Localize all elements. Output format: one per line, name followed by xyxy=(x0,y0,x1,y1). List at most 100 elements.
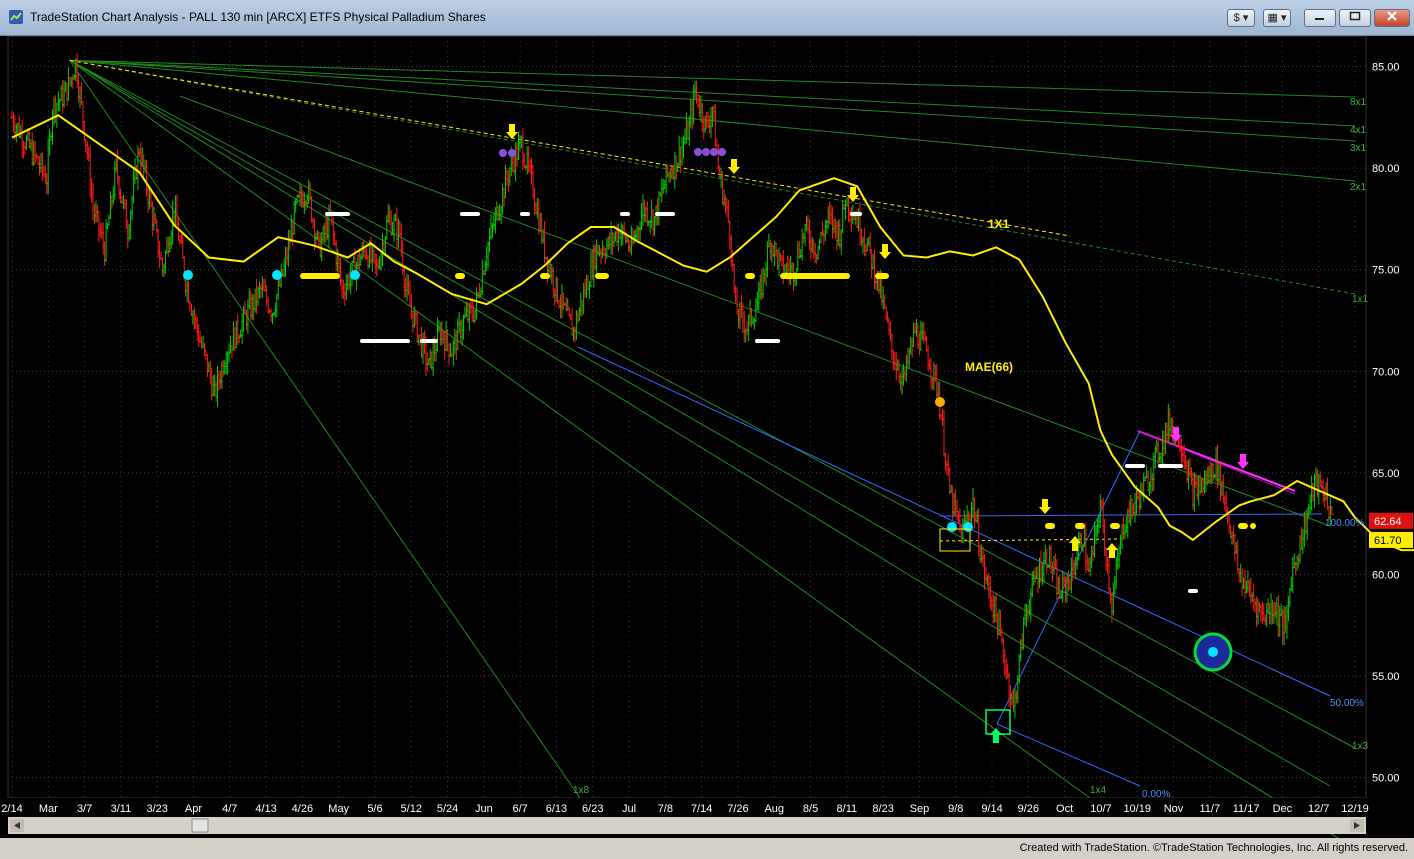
signal-bar xyxy=(300,273,340,279)
purple-signal xyxy=(508,149,516,157)
signal-bar xyxy=(780,273,850,279)
white-signal xyxy=(420,339,438,343)
title-bar: TradeStation Chart Analysis - PALL 130 m… xyxy=(0,0,1414,36)
x-tick-label: 3/23 xyxy=(146,803,167,815)
status-text: Created with TradeStation. ©TradeStation… xyxy=(1019,842,1408,854)
signal-bar xyxy=(875,273,889,279)
x-tick-label: 6/7 xyxy=(513,803,528,815)
target-dot xyxy=(1208,647,1218,657)
signal-dot xyxy=(935,397,945,407)
gann-1x1-label: 1X1 xyxy=(988,217,1010,231)
window-title: TradeStation Chart Analysis - PALL 130 m… xyxy=(30,10,486,24)
white-signal xyxy=(850,212,862,216)
signal-bar xyxy=(455,273,465,279)
x-tick-label: 7/8 xyxy=(658,803,673,815)
signal-bar xyxy=(1238,523,1248,529)
gann-label: 1x4 xyxy=(1090,785,1107,796)
x-tick-label: Apr xyxy=(185,803,202,815)
gann-label: 8x1 xyxy=(1350,97,1367,108)
y-tick-label: 50.00 xyxy=(1372,773,1400,785)
x-tick-label: 3/7 xyxy=(77,803,92,815)
plot-area xyxy=(7,36,1367,799)
x-tick-label: Mar xyxy=(39,803,58,815)
purple-signal xyxy=(499,149,507,157)
fib-label: 100.00% xyxy=(1325,518,1365,529)
close-icon xyxy=(1387,11,1397,21)
minimize-button[interactable] xyxy=(1304,9,1336,27)
grid-link-button[interactable]: ▦ ▾ xyxy=(1263,9,1291,27)
x-tick-label: 5/6 xyxy=(367,803,382,815)
gann-label: 1x3 xyxy=(1352,741,1369,752)
x-tick-label: Dec xyxy=(1273,803,1293,815)
x-tick-label: 8/11 xyxy=(837,803,858,815)
white-signal xyxy=(655,212,675,216)
horizontal-scrollbar[interactable] xyxy=(8,817,1366,834)
x-tick-label: May xyxy=(328,803,349,815)
y-tick-label: 65.00 xyxy=(1372,468,1400,480)
x-tick-label: 9/8 xyxy=(948,803,963,815)
x-tick-label: 3/11 xyxy=(111,803,132,815)
signal-bar xyxy=(540,273,550,279)
x-tick-label: Sep xyxy=(910,803,930,815)
x-tick-label: 10/19 xyxy=(1123,803,1151,815)
purple-signal xyxy=(694,148,702,156)
symbol-link-button[interactable]: $ ▾ xyxy=(1227,9,1255,27)
y-tick-label: 75.00 xyxy=(1372,265,1400,277)
gann-label: 1x8 xyxy=(573,785,590,796)
x-tick-label: Jul xyxy=(622,803,636,815)
x-tick-label: 6/23 xyxy=(582,803,603,815)
purple-signal xyxy=(710,148,718,156)
x-tick-label: 10/7 xyxy=(1090,803,1111,815)
white-signal xyxy=(620,212,630,216)
gann-label: 4x1 xyxy=(1350,125,1367,136)
x-tick-label: 12/19 xyxy=(1341,803,1369,815)
purple-signal xyxy=(718,148,726,156)
fib-label: 0.00% xyxy=(1142,789,1170,800)
close-button[interactable] xyxy=(1374,9,1410,27)
x-tick-label: 4/13 xyxy=(255,803,276,815)
x-tick-label: Nov xyxy=(1164,803,1184,815)
fib-label: 50.00% xyxy=(1330,698,1364,709)
x-tick-label: 5/12 xyxy=(401,803,422,815)
x-tick-label: 9/14 xyxy=(981,803,1002,815)
scroll-thumb[interactable] xyxy=(191,818,209,833)
tradestation-app-icon xyxy=(9,10,23,24)
x-tick-label: 7/26 xyxy=(727,803,748,815)
x-tick-label: 11/7 xyxy=(1200,803,1221,815)
mae-value-text: 61.70 xyxy=(1374,535,1402,547)
maximize-icon xyxy=(1349,11,1361,21)
x-tick-label: 4/7 xyxy=(222,803,237,815)
x-axis-band xyxy=(8,798,1366,817)
x-tick-label: 8/23 xyxy=(872,803,893,815)
x-tick-label: 4/26 xyxy=(292,803,313,815)
x-tick-label: 6/13 xyxy=(546,803,567,815)
x-tick-label: 11/17 xyxy=(1233,803,1260,815)
grid-link-label: ▦ xyxy=(1267,12,1278,24)
signal-bar xyxy=(1075,523,1085,529)
y-tick-label: 55.00 xyxy=(1372,671,1400,683)
gann-label: 2x1 xyxy=(1350,182,1367,193)
white-signal xyxy=(1188,589,1198,593)
x-tick-label: Oct xyxy=(1056,803,1073,815)
y-tick-label: 85.00 xyxy=(1372,61,1400,73)
signal-bar xyxy=(595,273,609,279)
signal-dot xyxy=(947,522,957,532)
y-tick-label: 70.00 xyxy=(1372,366,1400,378)
price-chart[interactable]: 85.00 80.00 75.00 70.00 65.00 60.00 55.00 50.00… xyxy=(0,36,1414,838)
gann-label: 3x1 xyxy=(1350,143,1367,154)
x-tick-label: Jun xyxy=(475,803,493,815)
signal-dot xyxy=(183,270,193,280)
minimize-icon xyxy=(1315,18,1324,20)
white-signal xyxy=(755,339,780,343)
maximize-button[interactable] xyxy=(1339,9,1371,27)
signal-bar xyxy=(745,273,755,279)
last-price-text: 62.64 xyxy=(1374,516,1402,528)
white-signal xyxy=(460,212,480,216)
white-signal xyxy=(520,212,530,216)
x-tick-label: 8/5 xyxy=(803,803,818,815)
x-tick-label: 2/14 xyxy=(1,803,22,815)
white-signal xyxy=(1125,464,1145,468)
signal-dot xyxy=(963,522,973,532)
x-tick-label: Aug xyxy=(764,803,784,815)
mae-label: MAE(66) xyxy=(965,360,1013,374)
